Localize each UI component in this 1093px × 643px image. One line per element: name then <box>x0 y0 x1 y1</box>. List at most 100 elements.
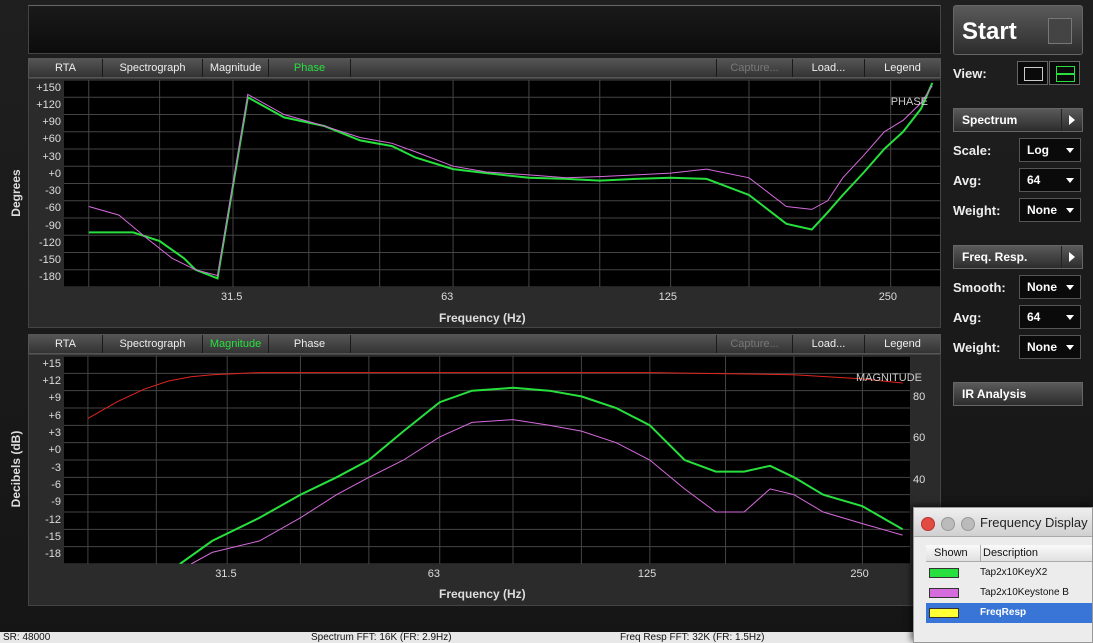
spectrum-section-header[interactable]: Spectrum <box>953 108 1083 132</box>
scale-label: Scale: <box>953 143 992 158</box>
x-tick-label: 250 <box>850 568 869 580</box>
legend-button[interactable]: Legend <box>865 335 940 353</box>
table-row[interactable]: Tap2x10Keystone B <box>926 583 1092 603</box>
y-tick-label: +9 <box>48 392 61 405</box>
y-tick-label: -180 <box>38 271 61 284</box>
start-button[interactable]: Start <box>953 5 1083 55</box>
expand-arrow-icon <box>1061 246 1082 268</box>
split-pane-top-icon <box>1056 66 1075 74</box>
avg-label: Avg: <box>953 173 982 188</box>
chevron-down-icon <box>1066 345 1074 350</box>
chevron-down-icon <box>1066 178 1074 183</box>
close-icon[interactable] <box>921 517 935 531</box>
freq-resp-section-header[interactable]: Freq. Resp. <box>953 245 1083 269</box>
capture-button[interactable]: Capture... <box>717 335 793 353</box>
avg-select[interactable]: 64 <box>1019 168 1081 192</box>
weight-select[interactable]: None <box>1019 198 1081 222</box>
col-shown[interactable]: Shown <box>934 547 968 559</box>
fr-weight-label: Weight: <box>953 340 1001 355</box>
load-button[interactable]: Load... <box>793 335 865 353</box>
fr-avg-value: 64 <box>1027 310 1041 324</box>
y-tick-label: -60 <box>45 202 61 215</box>
sample-rate: SR: 48000 <box>3 632 51 643</box>
x-tick-label: 31.5 <box>215 568 237 580</box>
weight-value: None <box>1027 203 1057 217</box>
tab-rta[interactable]: RTA <box>29 59 103 77</box>
zoom-icon[interactable] <box>961 517 975 531</box>
x-tick-label: 125 <box>637 568 657 580</box>
chevron-down-icon <box>1066 208 1074 213</box>
col-description[interactable]: Description <box>983 547 1038 559</box>
tab-phase[interactable]: Phase <box>269 59 351 77</box>
view-label: View: <box>953 66 987 81</box>
tab-phase[interactable]: Phase <box>269 335 351 353</box>
series-color-swatch[interactable] <box>929 588 959 598</box>
capture-button[interactable]: Capture... <box>717 59 793 77</box>
x-tick-label: 63 <box>427 568 440 580</box>
y-tick-label-right: 60 <box>913 432 926 445</box>
ir-analysis-button[interactable]: IR Analysis <box>953 382 1083 406</box>
frequency-display-window: Frequency Display Shown Description Tap2… <box>913 507 1093 643</box>
y-tick-label: +60 <box>42 133 61 146</box>
fr-weight-value: None <box>1027 340 1057 354</box>
freq-resp-header-label: Freq. Resp. <box>962 250 1028 264</box>
expand-arrow-icon <box>1061 109 1082 131</box>
y-tick-label: +30 <box>42 150 61 163</box>
window-titlebar[interactable]: Frequency Display <box>914 508 1092 537</box>
tab-magnitude[interactable]: Magnitude <box>203 59 269 77</box>
smooth-select[interactable]: None <box>1019 275 1081 299</box>
y-tick-label: +0 <box>48 167 61 180</box>
phase-plot-svg <box>64 79 940 288</box>
table-row-selected[interactable]: FreqResp <box>926 603 1092 623</box>
phase-plot-area[interactable]: PHASE <box>64 79 940 288</box>
y-tick-label: +120 <box>36 98 61 111</box>
tab-spectrograph[interactable]: Spectrograph <box>103 59 203 77</box>
legend-button[interactable]: Legend <box>865 59 940 77</box>
y-tick-label: -6 <box>51 479 61 491</box>
view-single-button[interactable] <box>1017 61 1048 85</box>
x-tick-label: 125 <box>658 291 677 303</box>
window-title: Frequency Display <box>980 515 1088 530</box>
series-line-tap2x10keystone-b <box>190 419 903 565</box>
chevron-down-icon <box>1066 148 1074 153</box>
table-header: Shown Description <box>926 545 1092 562</box>
mag-x-axis-label: Frequency (Hz) <box>439 587 526 601</box>
fr-weight-select[interactable]: None <box>1019 335 1081 359</box>
phase-plot-panel: PHASE +150 +120 +90 +60 +30 +0 -30 -60 -90 -120 -1… <box>28 78 941 328</box>
tab-spacer <box>351 335 717 353</box>
load-button[interactable]: Load... <box>793 59 865 77</box>
scale-value: Log <box>1027 143 1049 157</box>
fr-avg-label: Avg: <box>953 310 982 325</box>
series-line-freqresp <box>87 372 903 419</box>
stop-square-icon <box>1048 18 1072 44</box>
phase-y-axis-label: Degrees <box>9 169 23 217</box>
spectrum-header-label: Spectrum <box>962 113 1018 127</box>
col-divider <box>980 545 981 561</box>
start-label: Start <box>962 18 1017 45</box>
mag-plot-area[interactable]: MAGNITUDE <box>64 355 922 565</box>
minimize-icon[interactable] <box>941 517 955 531</box>
row-description: FreqResp <box>980 607 1027 618</box>
mag-plot-svg <box>64 355 910 565</box>
single-pane-icon <box>1024 67 1043 81</box>
y-tick-label: -150 <box>38 254 61 267</box>
row-description: Tap2x10KeyX2 <box>980 567 1048 578</box>
series-color-swatch[interactable] <box>929 568 959 578</box>
tab-spectrograph[interactable]: Spectrograph <box>103 335 203 353</box>
y-tick-label: +15 <box>42 357 61 370</box>
tab-magnitude[interactable]: Magnitude <box>203 335 269 353</box>
view-split-button[interactable] <box>1049 61 1080 85</box>
y-tick-label: +150 <box>36 81 61 94</box>
smooth-label: Smooth: <box>953 280 1006 295</box>
mag-tab-bar: RTA Spectrograph Magnitude Phase Capture… <box>28 334 941 354</box>
freq-resp-fft: Freq Resp FFT: 32K (FR: 1.5Hz) <box>620 632 765 643</box>
scale-select[interactable]: Log <box>1019 138 1081 162</box>
table-row[interactable]: Tap2x10KeyX2 <box>926 563 1092 583</box>
tab-rta[interactable]: RTA <box>29 335 103 353</box>
x-tick-label: 63 <box>441 291 454 303</box>
y-tick-label: +3 <box>48 427 61 439</box>
series-color-swatch[interactable] <box>929 608 959 618</box>
y-tick-label-right: 40 <box>913 473 926 486</box>
fr-avg-select[interactable]: 64 <box>1019 305 1081 329</box>
row-description: Tap2x10Keystone B <box>980 587 1069 598</box>
